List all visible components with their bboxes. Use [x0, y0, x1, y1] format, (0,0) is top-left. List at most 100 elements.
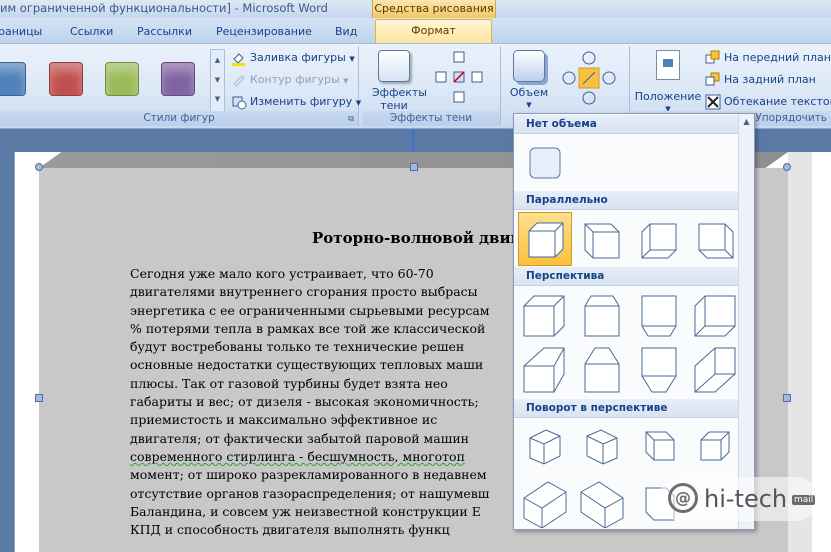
at-sign-icon: @	[668, 483, 698, 513]
section-perspective-rotation: Поворот в перспективе	[514, 399, 740, 418]
shape-styles-label: Стили фигур	[143, 112, 215, 124]
change-shape-label: Изменить фигуру	[250, 95, 353, 108]
group-label-shadow-effects: Эффекты тени	[362, 111, 500, 126]
volume-option-perspective-2[interactable]	[575, 288, 629, 342]
volume-option-perspective-5[interactable]	[518, 342, 572, 396]
volume-option-perspective-6[interactable]	[575, 342, 629, 396]
send-to-back-icon	[705, 72, 721, 88]
bring-to-front-label: На передний план	[724, 51, 831, 64]
volume-option-none[interactable]	[518, 136, 572, 190]
scroll-up-icon[interactable]: ▲	[739, 114, 754, 130]
resize-handle-top-right[interactable]	[783, 163, 791, 171]
send-to-back-button[interactable]: На задний план	[705, 70, 816, 90]
volume-option-rotation-5[interactable]	[518, 474, 572, 529]
watermark-tld: mail	[792, 495, 816, 505]
window-title: им ограниченной функциональности] - Micr…	[0, 1, 328, 15]
doc-line: КПД и способность двигателя выполнять фу…	[130, 522, 450, 538]
doc-line: момент; от широко разрекламированного в …	[130, 467, 487, 483]
change-shape-icon	[231, 94, 247, 110]
tab-references[interactable]: Ссылки	[70, 22, 113, 43]
text-wrap-button[interactable]: Обтекание текстом	[705, 92, 831, 112]
position-icon	[656, 50, 680, 80]
tab-view[interactable]: Вид	[335, 22, 357, 43]
dropdown-arrow-icon: ▼	[526, 101, 532, 109]
shape-style-swatch-blue[interactable]	[0, 62, 26, 96]
volume-option-parallel-2[interactable]	[575, 212, 629, 266]
context-tab-group-drawing-tools: Средства рисования	[372, 0, 496, 18]
gallery-scrollbar[interactable]: ▲	[738, 114, 754, 529]
volume-option-rotation-6[interactable]	[575, 474, 629, 529]
send-to-back-label: На задний план	[724, 73, 816, 86]
volume-option-perspective-7[interactable]	[632, 342, 686, 396]
more-icon: ▼	[214, 95, 221, 103]
group-label-shape-styles: Стили фигур ⧉	[0, 111, 358, 126]
tab-page-layout[interactable]: раницы	[0, 22, 42, 43]
tilt-controls[interactable]	[561, 48, 621, 108]
text-wrap-label: Обтекание текстом	[724, 95, 831, 108]
volume-label: Объем	[509, 86, 549, 99]
doc-line: габариты и вес; от дизеля - высокая экон…	[130, 394, 479, 410]
tab-mailings[interactable]: Рассылки	[137, 22, 192, 43]
volume-option-perspective-8[interactable]	[689, 342, 743, 396]
group-shape-styles: ▲ ▼ ▼ Заливка фигуры ▼ Контур фигуры ▼ И…	[0, 46, 361, 126]
shadow-effects-icon	[378, 50, 410, 82]
volume-option-rotation-1[interactable]	[518, 420, 572, 474]
volume-option-perspective-4[interactable]	[689, 288, 743, 342]
shape-style-swatch-red[interactable]	[49, 62, 83, 96]
volume-option-parallel-1[interactable]	[518, 212, 572, 266]
doc-line: современного стирлинга - бесшумность, мн…	[130, 448, 465, 464]
dialog-launcher-icon[interactable]: ⧉	[348, 111, 354, 126]
volume-icon	[513, 50, 545, 82]
resize-handle-right[interactable]	[783, 394, 791, 402]
shadow-nudge-controls	[432, 50, 492, 106]
volume-option-perspective-3[interactable]	[632, 288, 686, 342]
document-heading: Роторно-волновой двиг	[312, 229, 520, 247]
chevron-up-icon: ▲	[214, 56, 221, 64]
tab-format[interactable]: Формат	[375, 19, 492, 44]
section-parallel: Параллельно	[514, 191, 740, 210]
tab-review[interactable]: Рецензирование	[216, 22, 312, 43]
doc-line: будут востребованы только те технические…	[130, 339, 465, 355]
group-shadow-effects: Эффекты тени ▼ Эффекты тени	[362, 46, 501, 126]
resize-handle-left[interactable]	[35, 394, 43, 402]
position-button[interactable]: Положение ▼	[633, 50, 703, 116]
chevron-down-icon: ▼	[214, 76, 221, 84]
doc-line: основные недостатки существующих тепловы…	[130, 357, 484, 373]
bring-to-front-icon	[705, 50, 721, 66]
volume-option-rotation-3[interactable]	[632, 420, 686, 474]
pencil-icon	[231, 72, 247, 88]
shape-fill-button[interactable]: Заливка фигуры ▼	[231, 48, 355, 68]
doc-line: Сегодня уже мало кого устраивает, что 60…	[130, 266, 434, 281]
resize-handle-top-left[interactable]	[35, 163, 43, 171]
dropdown-arrow-icon: ▼	[355, 99, 362, 107]
shape-outline-button[interactable]: Контур фигуры ▼	[231, 70, 349, 90]
bring-to-front-button[interactable]: На передний план	[705, 48, 831, 68]
dropdown-arrow-icon: ▼	[349, 55, 355, 63]
volume-button[interactable]: Объем ▼	[507, 50, 551, 112]
document-body: Сегодня уже мало кого устраивает, что 60…	[130, 265, 520, 539]
styles-gallery-scroll[interactable]: ▲ ▼ ▼	[210, 49, 225, 113]
change-shape-button[interactable]: Изменить фигуру ▼	[231, 92, 361, 112]
text-wrap-icon	[705, 94, 721, 110]
volume-option-perspective-1[interactable]	[518, 288, 572, 342]
doc-line: Баландина, и совсем уж неизвестной конст…	[130, 503, 481, 519]
volume-option-rotation-4[interactable]	[689, 420, 743, 474]
shadow-effects-label: Эффекты тени	[372, 86, 427, 112]
doc-line: приемистость и максимально эффективное и…	[130, 412, 438, 428]
dropdown-arrow-icon: ▼	[343, 77, 349, 85]
doc-line: двигателями внутреннего сгорания просто …	[130, 284, 478, 300]
shape-style-swatch-green[interactable]	[105, 62, 139, 96]
doc-line: % потерями тепла в рамках все той же кла…	[130, 320, 486, 336]
volume-option-parallel-4[interactable]	[689, 212, 743, 266]
doc-line: двигателя; от фактически забытой паровой…	[130, 430, 470, 446]
section-no-volume: Нет объема	[514, 115, 740, 134]
watermark-text: hi-tech	[704, 485, 788, 513]
doc-line: отсутствие органов газораспределения; от…	[130, 485, 490, 501]
volume-option-rotation-2[interactable]	[575, 420, 629, 474]
shape-fill-label: Заливка фигуры	[250, 51, 346, 64]
watermark-logo: @ hi-tech mail	[658, 477, 818, 521]
resize-handle-top[interactable]	[410, 163, 418, 171]
shape-style-swatch-purple[interactable]	[161, 62, 195, 96]
volume-option-parallel-3[interactable]	[632, 212, 686, 266]
shape-outline-label: Контур фигуры	[250, 73, 340, 86]
